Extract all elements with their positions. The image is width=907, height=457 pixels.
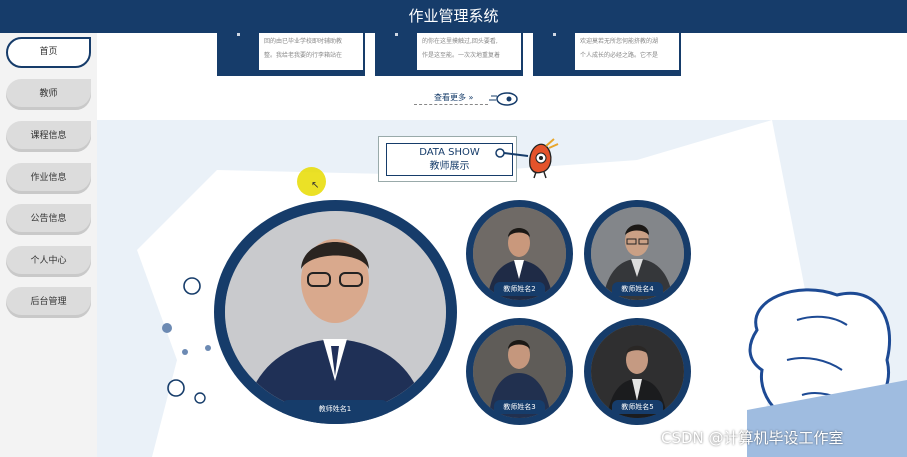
- sidebar-item-courses[interactable]: 课程信息: [6, 121, 91, 152]
- news-card-marker: [553, 33, 556, 36]
- sidebar-item-profile[interactable]: 个人中心: [6, 246, 91, 277]
- teacher-name: 教师姓名4: [612, 282, 663, 296]
- news-card-marker: [237, 33, 240, 36]
- news-card-line: 个人成长的必经之路。它不是: [580, 52, 659, 59]
- rocket-icon: [489, 92, 518, 106]
- sidebar: 首页 教师 课程信息 作业信息 公告信息 个人中心 后台管理: [0, 33, 97, 457]
- teacher-name: 教师姓名3: [494, 400, 545, 414]
- watermark: CSDN @计算机毕设工作室: [661, 429, 844, 447]
- sidebar-item-announcements[interactable]: 公告信息: [6, 204, 91, 235]
- news-card-line: 的你在这里摸触过,回头要看,: [422, 38, 498, 45]
- teacher-card[interactable]: 教师姓名4: [584, 200, 691, 307]
- view-more-underline: [414, 104, 488, 105]
- sidebar-item-admin[interactable]: 后台管理: [6, 287, 91, 318]
- main-content: 回的由已毕业学校即时辅助教 整。我给老我要的行李箱站在 的你在这里摸触过,回头要…: [97, 33, 907, 457]
- mouse-cursor-icon: ↖: [311, 180, 320, 191]
- news-card-line: 欢迎莫若无所您何能挤教的湖: [580, 38, 659, 45]
- news-card[interactable]: 的你在这里摸触过,回头要看, 作是这至能。一次次地重复着: [375, 33, 523, 76]
- news-card[interactable]: 回的由已毕业学校即时辅助教 整。我给老我要的行李箱站在: [217, 33, 365, 76]
- teacher-name: 教师姓名2: [494, 282, 545, 296]
- teacher-portrait: [225, 211, 446, 413]
- teacher-card[interactable]: 教师姓名5: [584, 318, 691, 425]
- news-card-line: 回的由已毕业学校即时辅助教: [264, 38, 343, 45]
- teacher-name: 教师姓名1: [282, 400, 388, 424]
- app-header: 作业管理系统: [0, 0, 907, 33]
- app-title: 作业管理系统: [408, 7, 499, 25]
- teacher-card-large[interactable]: 教师姓名1: [214, 200, 457, 424]
- teacher-photo: [225, 211, 446, 413]
- news-card-body: 回的由已毕业学校即时辅助教 整。我给老我要的行李箱站在: [259, 33, 363, 70]
- news-card-marker: [395, 33, 398, 36]
- mascot-icon: [495, 138, 559, 179]
- news-card-body: 欢迎莫若无所您何能挤教的湖 个人成长的必经之路。它不是: [575, 33, 679, 70]
- sidebar-item-teachers[interactable]: 教师: [6, 79, 91, 110]
- sidebar-item-home[interactable]: 首页: [6, 37, 91, 68]
- sidebar-item-assignments[interactable]: 作业信息: [6, 163, 91, 194]
- news-card-body: 的你在这里摸触过,回头要看, 作是这至能。一次次地重复着: [417, 33, 521, 70]
- teacher-name: 教师姓名5: [612, 400, 663, 414]
- news-card-line: 作是这至能。一次次地重复着: [422, 52, 501, 59]
- teacher-card[interactable]: 教师姓名2: [466, 200, 573, 307]
- view-more-link[interactable]: 查看更多 »: [434, 92, 473, 103]
- news-card-line: 整。我给老我要的行李箱站在: [264, 52, 343, 59]
- teacher-card[interactable]: 教师姓名3: [466, 318, 573, 425]
- news-card[interactable]: 欢迎莫若无所您何能挤教的湖 个人成长的必经之路。它不是: [533, 33, 681, 76]
